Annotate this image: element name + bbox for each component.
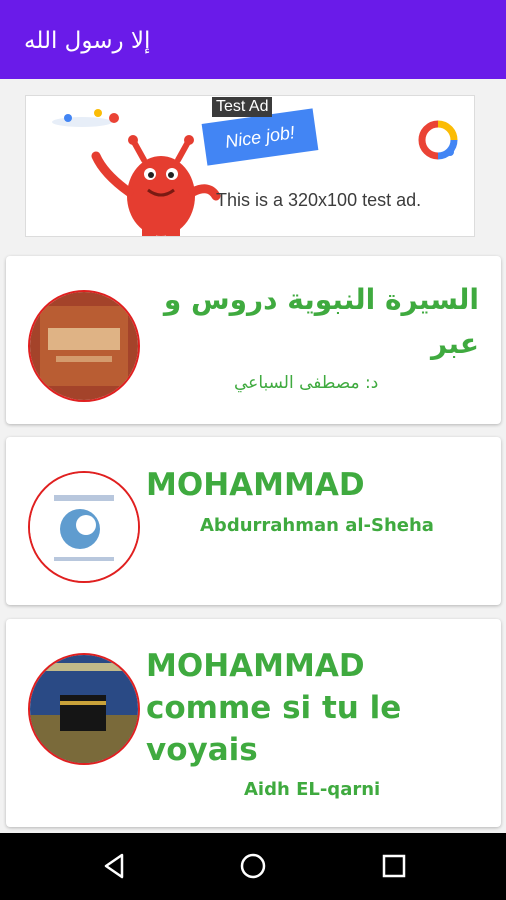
book-cover-image <box>28 471 140 583</box>
ad-banner[interactable]: Nice job! Test Ad This is a 320x100 test… <box>25 95 475 237</box>
book-author: د: مصطفى السباعي <box>234 373 379 393</box>
back-icon[interactable] <box>94 846 134 886</box>
book-title: MOHAMMAD comme si tu le voyais <box>146 648 402 768</box>
recents-icon[interactable] <box>374 846 414 886</box>
ad-mascot-icon <box>52 109 221 236</box>
book-author: Abdurrahman al-Sheha <box>200 515 434 536</box>
book-cover-image <box>28 653 140 765</box>
book-card[interactable]: MOHAMMAD comme si tu le voyais Aidh EL-q… <box>6 619 501 827</box>
book-title: السيرة النبوية دروس و عبر <box>163 283 479 360</box>
system-navigation-bar <box>0 833 506 900</box>
test-ad-badge: Test Ad <box>212 97 273 117</box>
book-card[interactable]: MOHAMMAD Abdurrahman al-Sheha <box>6 437 501 605</box>
book-author: Aidh EL-qarni <box>244 779 381 800</box>
book-card[interactable]: السيرة النبوية دروس و عبر د: مصطفى السبا… <box>6 256 501 424</box>
app-bar: إلا رسول الله <box>0 0 506 79</box>
book-title: MOHAMMAD <box>146 467 365 503</box>
home-icon[interactable] <box>233 846 273 886</box>
book-cover-image <box>28 290 140 402</box>
app-title: إلا رسول الله <box>24 28 151 54</box>
ad-body-text: This is a 320x100 test ad. <box>216 190 422 210</box>
ad-logo-icon <box>418 120 458 160</box>
